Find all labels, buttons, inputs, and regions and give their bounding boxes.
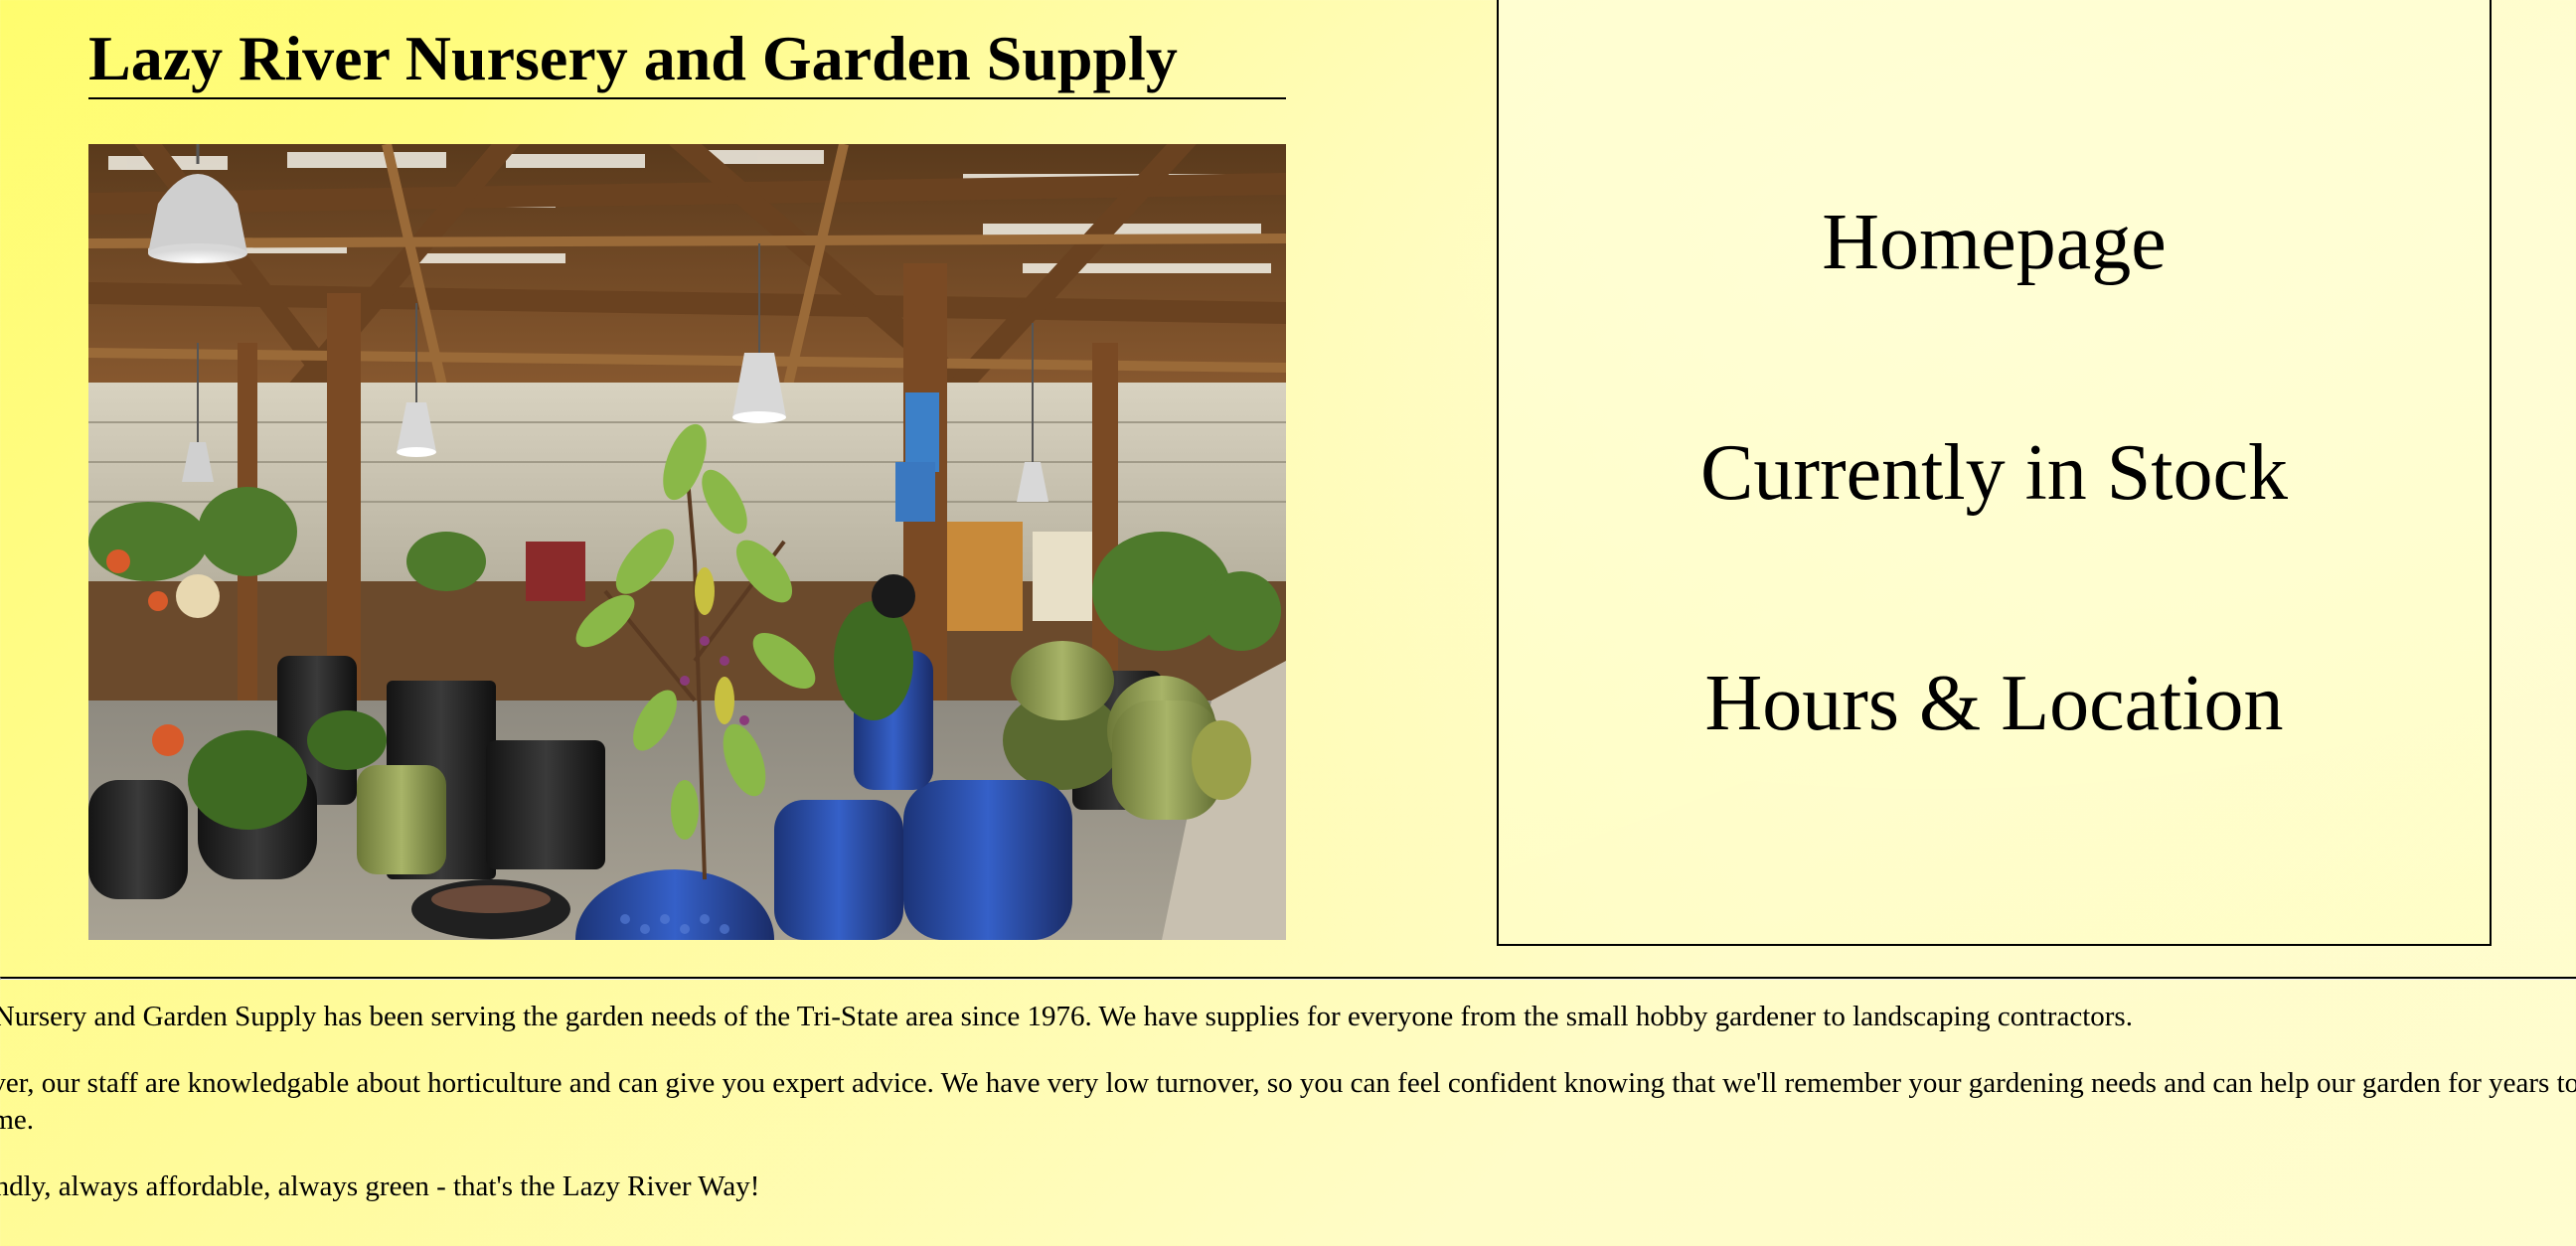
nav-link-hours-location[interactable]: Hours & Location (1499, 664, 2490, 743)
site-title: Lazy River Nursery and Garden Supply (88, 22, 1286, 99)
nav-link-homepage[interactable]: Homepage (1499, 203, 2490, 282)
hero-photo (88, 144, 1286, 940)
nav-link-currently-in-stock[interactable]: Currently in Stock (1499, 433, 2490, 513)
intro-paragraph: riendly, always affordable, always green… (0, 1170, 760, 1202)
nursery-interior-image (88, 144, 1286, 940)
intro-paragraph: er Nursery and Garden Supply has been se… (0, 1001, 2133, 1032)
intro-text: er Nursery and Garden Supply has been se… (0, 999, 2576, 1235)
content-divider (0, 977, 2576, 980)
intro-paragraph: River, our staff are knowledgable about … (0, 1067, 2576, 1136)
nav-panel: Homepage Currently in Stock Hours & Loca… (1497, 0, 2492, 946)
